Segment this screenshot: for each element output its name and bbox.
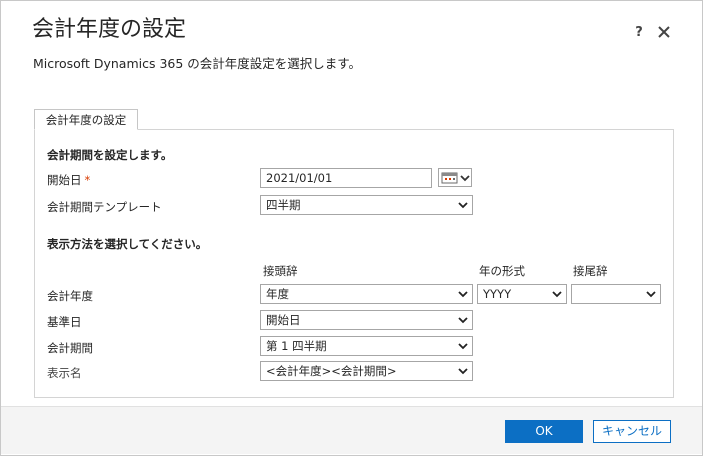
calendar-icon	[441, 172, 470, 184]
chevron-down-icon	[458, 317, 468, 324]
calendar-button[interactable]	[438, 168, 472, 187]
chevron-down-icon	[458, 343, 468, 350]
required-indicator: *	[84, 173, 91, 187]
base-date-value: 開始日	[266, 313, 301, 327]
fiscal-year-prefix-select[interactable]: 年度	[260, 284, 473, 304]
year-format-select[interactable]: YYYY	[477, 284, 567, 304]
chevron-down-icon	[458, 291, 468, 298]
fiscal-year-label: 会計年度	[47, 289, 93, 303]
start-date-input[interactable]: 2021/01/01	[260, 168, 432, 188]
fiscal-year-settings-dialog: 会計年度の設定 Microsoft Dynamics 365 の会計年度設定を選…	[0, 0, 703, 456]
help-button[interactable]: ?	[632, 25, 646, 41]
suffix-select[interactable]	[571, 284, 661, 304]
cancel-button[interactable]: キャンセル	[593, 420, 671, 443]
fiscal-year-prefix-value: 年度	[266, 287, 289, 301]
year-format-value: YYYY	[483, 287, 512, 301]
template-label: 会計期間テンプレート	[47, 200, 162, 214]
close-icon	[658, 26, 670, 38]
tab-fiscal-year-settings[interactable]: 会計年度の設定	[34, 109, 138, 130]
suffix-column-header: 接尾辞	[573, 264, 608, 278]
chevron-down-icon	[646, 291, 656, 298]
ok-button[interactable]: OK	[505, 420, 583, 443]
dialog-subtitle: Microsoft Dynamics 365 の会計年度設定を選択します。	[33, 56, 362, 71]
display-section-heading: 表示方法を選択してください。	[47, 237, 208, 251]
fiscal-period-value: 第 1 四半期	[266, 339, 327, 353]
close-button[interactable]	[656, 24, 672, 40]
base-date-label: 基準日	[47, 315, 82, 329]
dialog-title: 会計年度の設定	[32, 17, 187, 42]
template-select[interactable]: 四半期	[260, 195, 473, 215]
chevron-down-icon	[458, 202, 468, 209]
fiscal-period-label: 会計期間	[47, 341, 93, 355]
period-section-heading: 会計期間を設定します。	[47, 148, 173, 162]
start-date-label: 開始日 *	[47, 173, 91, 187]
template-select-value: 四半期	[266, 198, 301, 212]
display-name-value: <会計年度><会計期間>	[266, 364, 397, 378]
base-date-select[interactable]: 開始日	[260, 310, 473, 330]
prefix-column-header: 接頭辞	[263, 264, 298, 278]
fiscal-period-select[interactable]: 第 1 四半期	[260, 336, 473, 356]
display-name-label: 表示名	[47, 366, 82, 380]
chevron-down-icon	[458, 368, 468, 375]
chevron-down-icon	[552, 291, 562, 298]
display-name-select[interactable]: <会計年度><会計期間>	[260, 361, 473, 381]
year-format-column-header: 年の形式	[479, 264, 525, 278]
